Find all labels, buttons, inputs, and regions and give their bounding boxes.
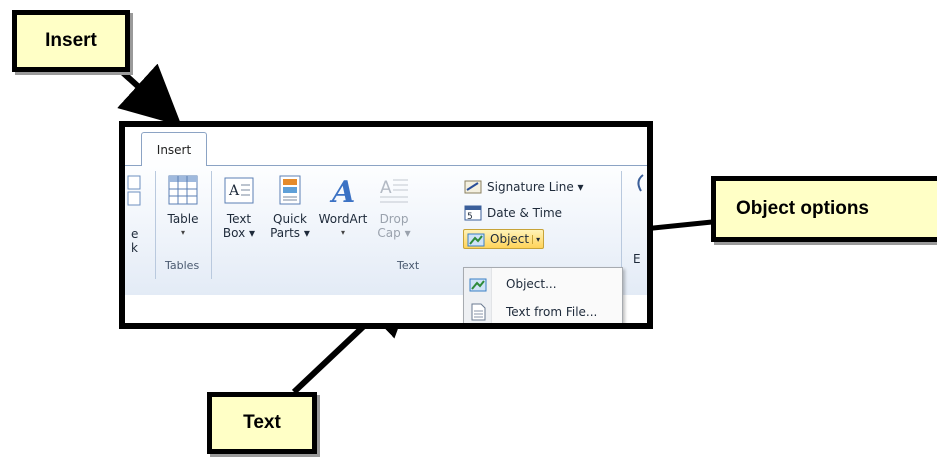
signature-line-icon <box>463 178 483 196</box>
signature-line-label: Signature Line ▾ <box>487 180 584 194</box>
partial-label-2: k <box>131 241 138 255</box>
partial-right-label: E <box>633 252 641 266</box>
partial-icon <box>127 175 141 206</box>
calendar-icon: 5 <box>463 204 483 222</box>
table-arrow: ▾ <box>180 228 185 237</box>
tab-insert[interactable]: Insert <box>141 132 207 166</box>
menu-item-object[interactable]: Object... <box>464 272 622 296</box>
quick-parts-icon <box>279 175 301 205</box>
wordart-arrow: ▾ <box>340 228 345 237</box>
object-label: Object <box>490 232 530 246</box>
tab-underline-gap <box>142 165 206 167</box>
group-separator <box>211 171 212 279</box>
date-time-button[interactable]: 5 Date & Time <box>463 203 562 223</box>
menu-item-object-label: Object... <box>506 277 557 291</box>
ribbon-screenshot-frame: Insert e k Table ▾ Tables A Text Box ▾ Q… <box>119 121 653 329</box>
object-button[interactable]: Object ▾ <box>463 229 545 249</box>
object-icon <box>464 276 492 292</box>
text-box-icon: A <box>224 177 254 204</box>
drop-cap-icon: A <box>380 178 408 203</box>
signature-line-button[interactable]: Signature Line ▾ <box>463 177 584 197</box>
drop-cap-button[interactable]: A Drop Cap ▾ <box>373 175 415 240</box>
callout-insert: Insert <box>12 10 130 72</box>
file-icon <box>464 303 492 321</box>
menu-item-text-from-file-label: Text from File... <box>506 305 598 319</box>
object-dropdown-arrow[interactable]: ▾ <box>532 234 540 244</box>
group-separator <box>155 171 156 279</box>
text-box-sublabel: Box ▾ <box>222 226 256 240</box>
partial-right-icon <box>637 174 644 192</box>
table-label: Table <box>167 212 199 226</box>
object-icon <box>466 230 486 248</box>
svg-text:A: A <box>228 183 240 199</box>
quick-parts-label: Quick <box>273 212 307 226</box>
svg-text:A: A <box>380 178 392 198</box>
group-separator <box>621 171 622 279</box>
text-box-label: Text <box>226 212 252 226</box>
table-icon <box>168 175 198 205</box>
wordart-label: WordArt <box>318 212 368 226</box>
arrow-insert <box>117 63 182 127</box>
partial-right-group: E <box>633 171 647 266</box>
partial-left-group: e k <box>125 171 149 261</box>
quick-parts-button[interactable]: Quick Parts ▾ <box>267 175 313 240</box>
wordart-button[interactable]: A WordArt ▾ <box>315 175 371 240</box>
callout-text: Text <box>207 392 317 454</box>
drop-cap-sublabel: Cap ▾ <box>377 226 411 240</box>
group-label-text: Text <box>397 259 420 272</box>
text-box-button[interactable]: A Text Box ▾ <box>219 175 259 240</box>
date-time-label: Date & Time <box>487 206 563 220</box>
drop-cap-label: Drop <box>379 212 409 226</box>
wordart-icon: A <box>329 175 355 210</box>
quick-parts-sublabel: Parts ▾ <box>270 226 310 240</box>
object-menu: Object... Text from File... <box>463 267 623 323</box>
svg-text:A: A <box>329 175 355 205</box>
partial-label-1: e <box>131 227 139 241</box>
svg-text:5: 5 <box>467 212 473 221</box>
group-label-tables: Tables <box>165 259 200 272</box>
menu-item-text-from-file[interactable]: Text from File... <box>464 300 622 323</box>
callout-object-options: Object options <box>711 176 937 242</box>
table-button[interactable]: Table ▾ <box>161 175 205 240</box>
